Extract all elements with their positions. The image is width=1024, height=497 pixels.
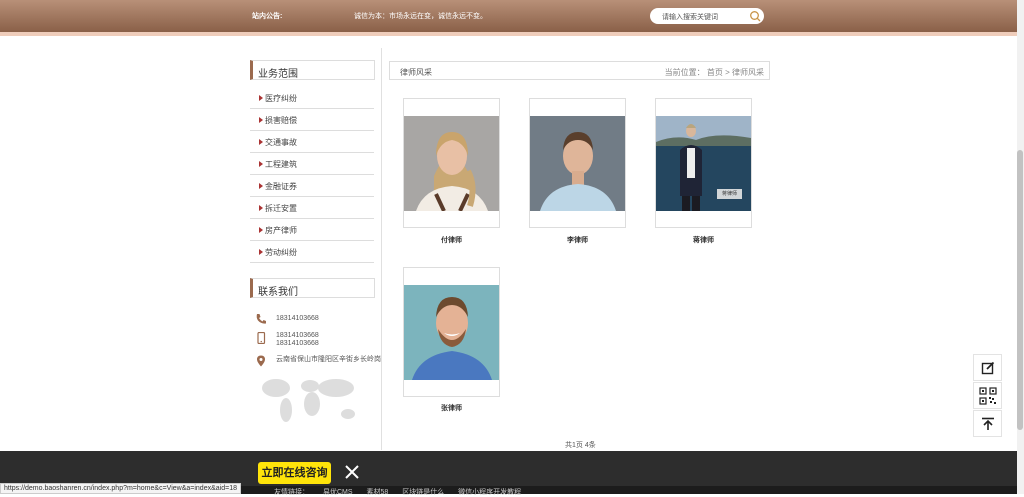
arrow-right-icon: [259, 205, 263, 211]
top-notice-bar: [0, 0, 1017, 32]
sidebar-item-damages[interactable]: 损害赔偿: [250, 109, 374, 131]
arrow-right-icon: [259, 161, 263, 167]
friend-links: 友情链接： 易优CMS 素材58 区块链是什么 微信小程序开发教程: [274, 487, 533, 497]
sidebar-item-finance[interactable]: 金融证券: [250, 175, 374, 197]
search-box[interactable]: 请输入搜索关键词: [650, 8, 764, 24]
friend-links-label: 友情链接：: [274, 489, 309, 496]
sidebar-item-label[interactable]: 工程建筑: [265, 159, 297, 170]
lawyer-card-jiang[interactable]: 蒋律师: [655, 98, 752, 228]
lawyer-card-zhang[interactable]: [403, 267, 500, 397]
lawyer-card-li[interactable]: [529, 98, 626, 228]
breadcrumb-prefix: 当前位置：: [664, 68, 705, 77]
contact-heading: 联系我们: [250, 278, 375, 298]
sidebar-item-label[interactable]: 交通事故: [265, 137, 297, 148]
friend-link[interactable]: 区块链是什么: [402, 489, 444, 496]
arrow-right-icon: [259, 95, 263, 101]
notice-label: 站内公告:: [252, 13, 283, 20]
friend-link[interactable]: 易优CMS: [323, 489, 353, 496]
address-text: 云南省保山市隆阳区辛街乡长岭岗: [276, 356, 381, 363]
qrcode-icon: [978, 386, 997, 405]
sidebar-item-construction[interactable]: 工程建筑: [250, 153, 374, 175]
notice-text: 诚信为本：市场永远在变，诚信永远不变。: [354, 13, 487, 20]
pagination-info: 共1页 4条: [565, 442, 596, 449]
phone-icon: [256, 314, 266, 324]
sidebar-item-traffic[interactable]: 交通事故: [250, 131, 374, 153]
lawyer-card-fu[interactable]: [403, 98, 500, 228]
sidebar-item-label[interactable]: 房产律师: [265, 225, 297, 236]
lawyer-name[interactable]: 付律师: [403, 235, 500, 245]
lawyer-name[interactable]: 蒋律师: [655, 235, 752, 245]
back-to-top-button[interactable]: [973, 410, 1002, 437]
qrcode-button[interactable]: [973, 382, 1002, 409]
friend-link[interactable]: 素材58: [366, 489, 388, 496]
sidebar-item-label[interactable]: 拆迁安置: [265, 203, 297, 214]
browser-status-url: https://demo.baoshanren.cn/index.php?m=h…: [0, 483, 241, 494]
arrow-right-icon: [259, 183, 263, 189]
world-map-icon: [262, 379, 355, 422]
sidebar-item-label[interactable]: 医疗纠纷: [265, 93, 297, 104]
photo-name-tag: 蒋律师: [717, 189, 742, 199]
phone-number: 18314103668: [276, 315, 319, 322]
mobile-number-1: 18314103668: [276, 332, 319, 339]
column-divider: [381, 48, 382, 450]
mobile-icon: [257, 332, 266, 344]
breadcrumb-home-link[interactable]: 首页: [707, 68, 723, 77]
header-accent-line: [0, 32, 1017, 36]
feedback-button[interactable]: [973, 354, 1002, 381]
arrow-right-icon: [259, 227, 263, 233]
contact-title: 联系我们: [258, 287, 298, 298]
lawyer-photo[interactable]: [530, 116, 625, 211]
search-input[interactable]: 请输入搜索关键词: [662, 12, 718, 22]
sidebar-item-relocation[interactable]: 拆迁安置: [250, 197, 374, 219]
arrow-right-icon: [259, 139, 263, 145]
sidebar-item-label[interactable]: 损害赔偿: [265, 115, 297, 126]
scrollbar-thumb[interactable]: [1017, 150, 1023, 430]
sidebar-item-label[interactable]: 劳动纠纷: [265, 247, 297, 258]
breadcrumb-separator: >: [725, 68, 730, 77]
consult-bar: [0, 451, 1017, 486]
sidebar-item-medical[interactable]: 医疗纠纷: [250, 87, 374, 109]
location-pin-icon: [257, 355, 265, 367]
content-header: 律师风采 当前位置： 首页 > 律师风采: [389, 61, 770, 80]
back-to-top-icon: [981, 417, 994, 430]
close-icon[interactable]: [344, 464, 360, 480]
lawyer-photo[interactable]: [404, 116, 499, 211]
lawyer-photo[interactable]: [404, 285, 499, 380]
mobile-number-2: 18314103668: [276, 340, 319, 347]
sidebar-item-label[interactable]: 金融证券: [265, 181, 297, 192]
breadcrumb: 当前位置： 首页 > 律师风采: [665, 67, 764, 78]
lawyer-name[interactable]: 张律师: [403, 403, 500, 413]
section-title: 律师风采: [400, 68, 432, 77]
edit-icon: [981, 361, 994, 374]
online-consult-button[interactable]: 立即在线咨询: [258, 462, 331, 484]
sidebar-item-labor[interactable]: 劳动纠纷: [250, 241, 374, 263]
sidebar-item-realestate[interactable]: 房产律师: [250, 219, 374, 241]
breadcrumb-current-link[interactable]: 律师风采: [732, 68, 764, 77]
business-scope-heading: 业务范围: [250, 60, 375, 80]
arrow-right-icon: [259, 117, 263, 123]
business-scope-title: 业务范围: [258, 69, 298, 80]
search-icon[interactable]: [749, 10, 761, 22]
arrow-right-icon: [259, 249, 263, 255]
lawyer-name[interactable]: 李律师: [529, 235, 626, 245]
friend-link[interactable]: 微信小程序开发教程: [458, 489, 521, 496]
